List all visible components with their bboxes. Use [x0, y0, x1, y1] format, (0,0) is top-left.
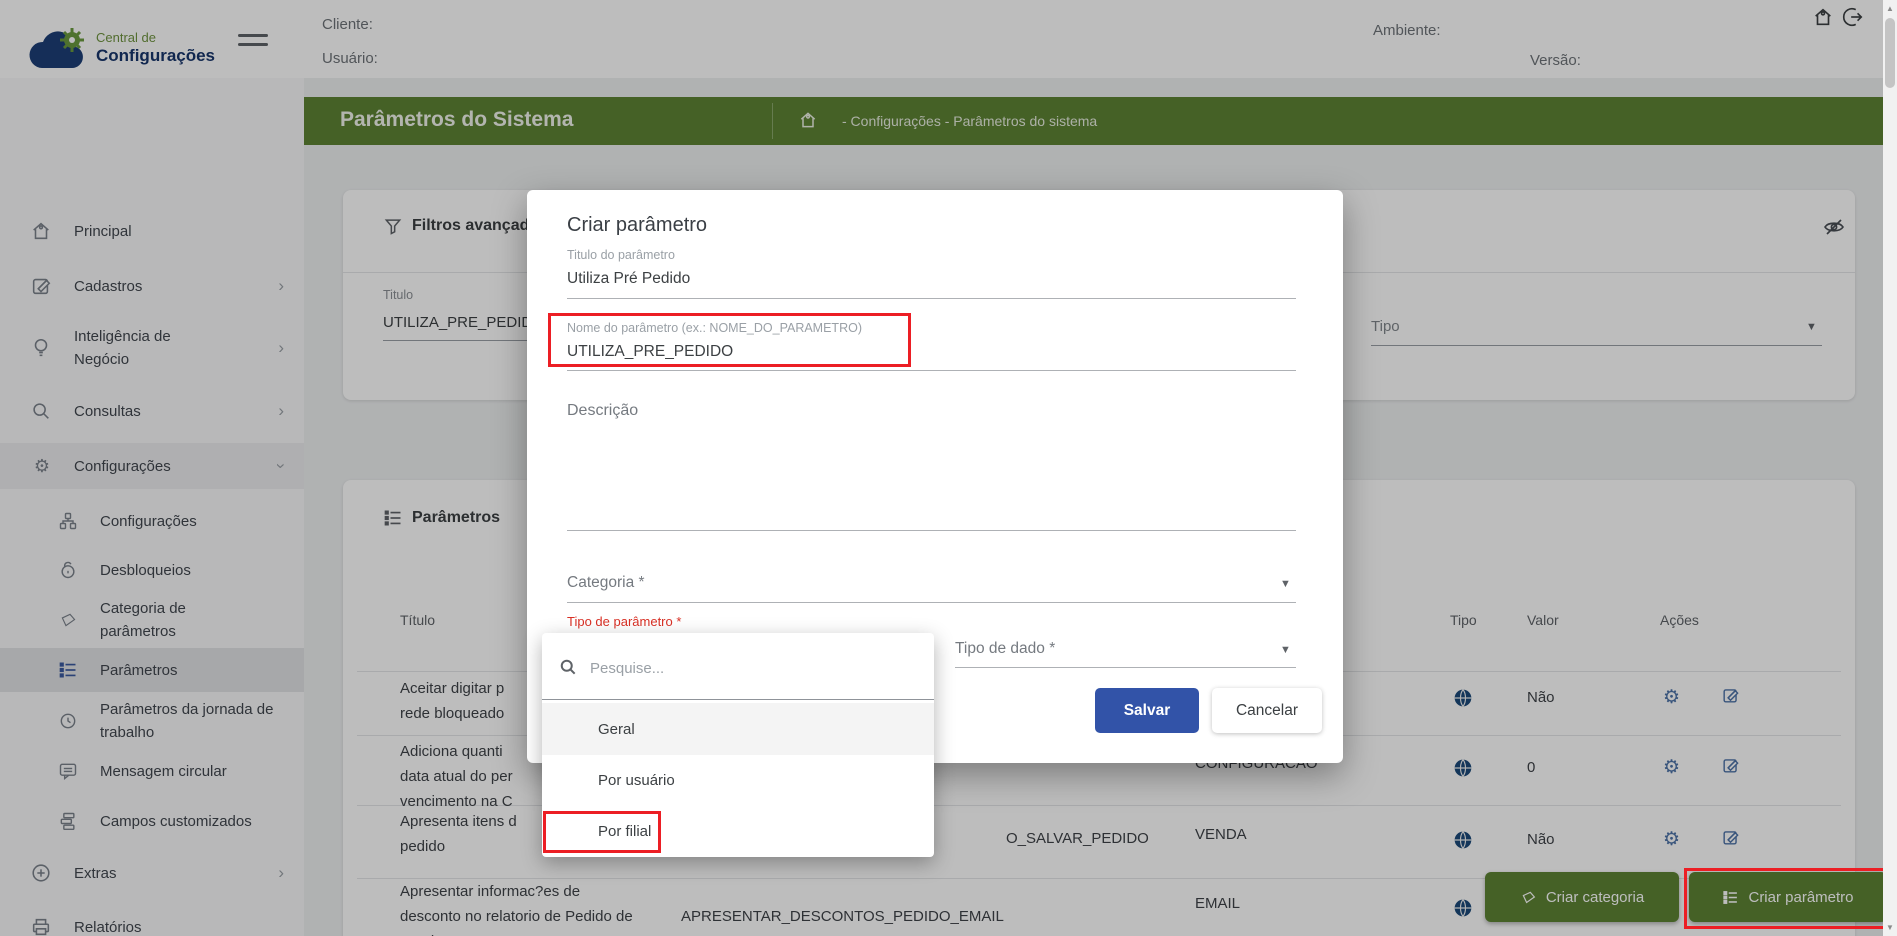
- annotation-box-create-parameter: [1684, 868, 1893, 929]
- dropdown-search-input[interactable]: Pesquise...: [590, 660, 664, 677]
- cancel-button[interactable]: Cancelar: [1212, 688, 1322, 733]
- modal-titulo-input[interactable]: Utiliza Pré Pedido: [567, 270, 690, 288]
- modal-descricao-textarea[interactable]: Descrição: [567, 402, 638, 420]
- annotation-box-nome-field: [548, 313, 911, 367]
- modal-titulo-label: Titulo do parâmetro: [567, 248, 675, 262]
- option-label: Por usuário: [598, 772, 675, 789]
- search-icon: [558, 657, 578, 677]
- modal-descricao-underline: [567, 530, 1296, 531]
- scroll-up-arrow[interactable]: ▲: [1883, 4, 1897, 13]
- modal-tipo-parametro-label: Tipo de parâmetro *: [567, 614, 681, 629]
- modal-title: Criar parâmetro: [567, 214, 707, 237]
- modal-categoria-select[interactable]: Categoria *: [567, 574, 645, 592]
- save-button[interactable]: Salvar: [1095, 688, 1199, 733]
- modal-tipo-dado-underline: [955, 667, 1296, 668]
- modal-nome-underline: [567, 370, 1296, 371]
- browser-scrollbar[interactable]: ▲ ▼: [1883, 0, 1897, 936]
- dropdown-option-geral[interactable]: Geral: [542, 703, 934, 755]
- modal-categoria-underline: [567, 602, 1296, 603]
- dropdown-search-underline: [542, 699, 934, 700]
- scrollbar-thumb[interactable]: [1885, 18, 1895, 88]
- option-label: Geral: [598, 721, 635, 738]
- annotation-box-por-filial: [543, 811, 661, 853]
- modal-tipo-dado-select[interactable]: Tipo de dado *: [955, 640, 1055, 658]
- scroll-down-arrow[interactable]: ▼: [1883, 923, 1897, 932]
- modal-titulo-underline: [567, 298, 1296, 299]
- dropdown-option-por-usuario[interactable]: Por usuário: [542, 754, 934, 806]
- page: Central de Configurações Cliente: Usuári…: [0, 0, 1897, 936]
- dropdown-arrow-icon[interactable]: ▼: [1280, 578, 1291, 590]
- dropdown-arrow-icon[interactable]: ▼: [1280, 644, 1291, 656]
